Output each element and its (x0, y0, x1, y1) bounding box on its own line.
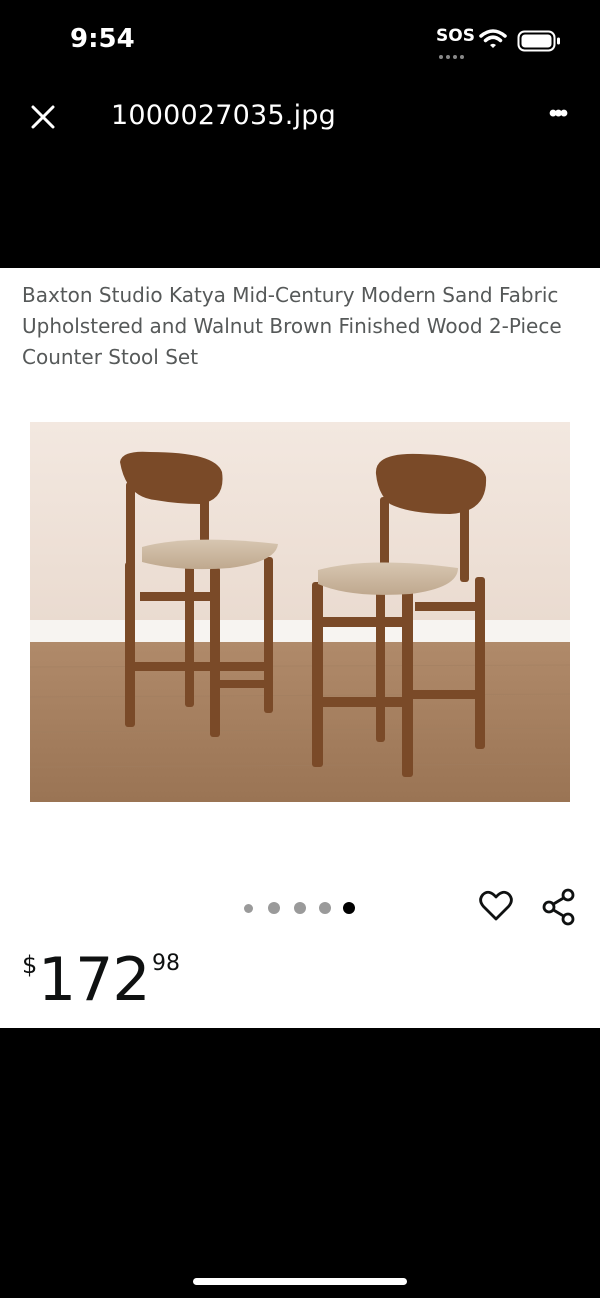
status-bar: 9:54 SOS (0, 0, 600, 80)
home-indicator[interactable] (193, 1278, 407, 1285)
status-time: 9:54 (70, 24, 135, 54)
carousel-dot-3[interactable] (294, 902, 306, 914)
carousel-dot-5-active[interactable] (343, 902, 355, 914)
more-icon[interactable]: ••• (540, 100, 574, 130)
signal-dots (439, 46, 469, 59)
product-title: Baxton Studio Katya Mid-Century Modern S… (22, 283, 562, 369)
wifi-icon (479, 29, 507, 48)
price-fraction: 98 (152, 951, 180, 976)
close-icon[interactable] (28, 102, 58, 132)
screenshot-content: Baxton Studio Katya Mid-Century Modern S… (0, 268, 600, 1028)
heart-icon[interactable] (479, 890, 513, 922)
carousel-dot-2[interactable] (268, 902, 280, 914)
share-icon[interactable] (541, 888, 577, 926)
carousel-dot-1[interactable] (244, 904, 253, 913)
battery-icon (517, 30, 560, 52)
price-whole: 172 (38, 945, 151, 1015)
product-image[interactable] (30, 422, 570, 802)
file-name-title: 1000027035.jpg (111, 100, 336, 131)
price-currency-symbol: $ (22, 951, 38, 979)
viewer-header: 1000027035.jpg ••• (0, 80, 600, 150)
carousel-dot-4[interactable] (319, 902, 331, 914)
sos-indicator: SOS (436, 26, 475, 46)
